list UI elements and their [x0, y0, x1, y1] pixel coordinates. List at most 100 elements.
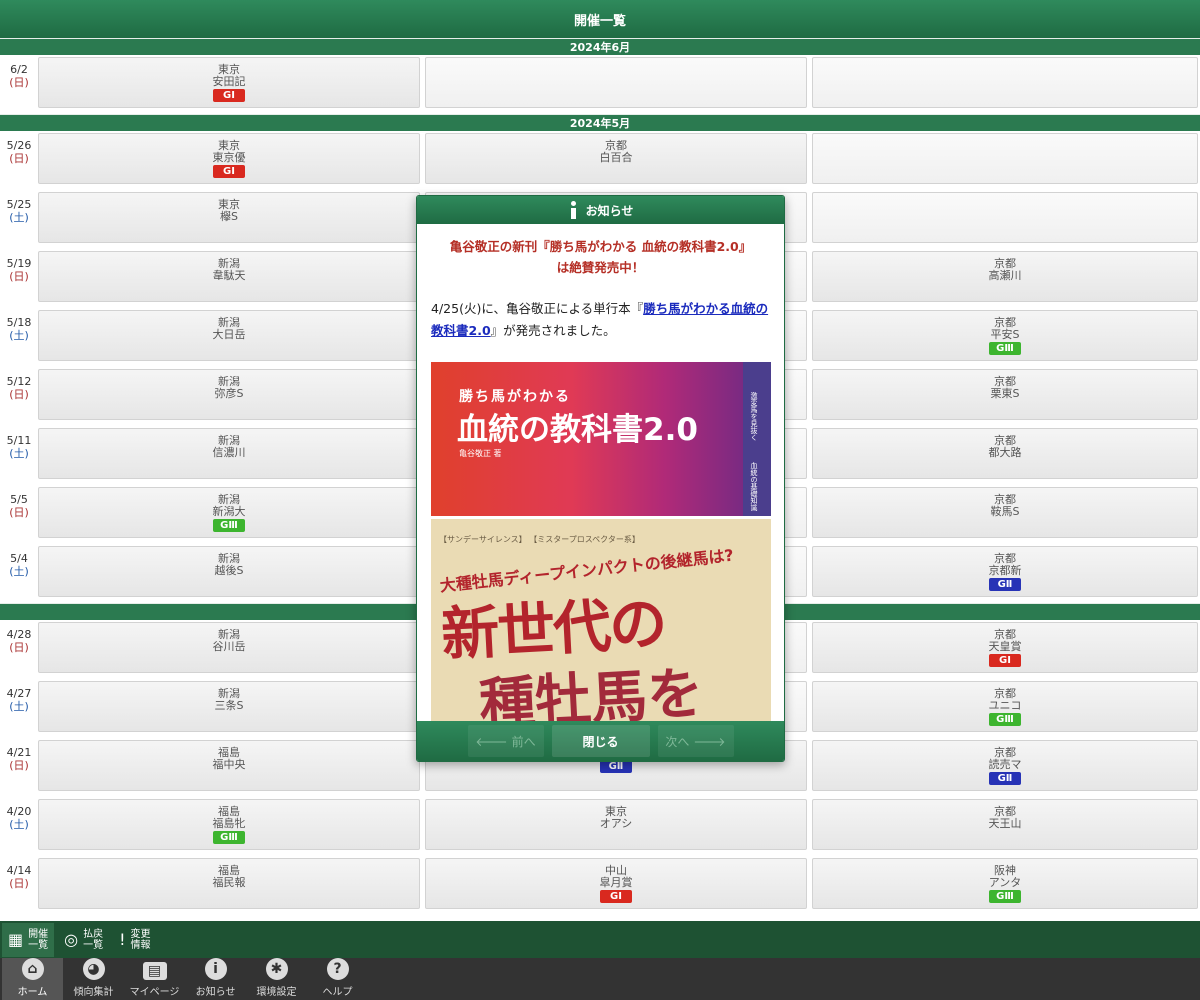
race-name: 高瀬川	[988, 269, 1022, 282]
race-card-button[interactable]: 京都 白百合	[425, 133, 807, 184]
help-icon: ?	[326, 958, 349, 980]
modal-footer: 🡐 前へ 閉じる 次へ 🡒	[417, 721, 784, 761]
race-name: 読売マ	[988, 758, 1022, 771]
nav-item[interactable]: ? ヘルプ	[307, 958, 368, 1000]
cover-side-text: 血統の基礎知識	[750, 462, 758, 511]
page-title: 開催一覧	[573, 13, 626, 29]
nav-item[interactable]: i お知らせ	[185, 958, 246, 1000]
next-button[interactable]: 次へ 🡒	[657, 725, 734, 757]
race-card-button[interactable]: 京都 高瀬川	[812, 251, 1198, 302]
race-name: 白百合	[599, 151, 633, 164]
subnav-label: 開催 一覧	[28, 929, 48, 951]
id-card-icon: ▤	[142, 962, 167, 980]
race-card-button[interactable]: 京都 栗東S	[812, 369, 1198, 420]
empty-race-slot	[425, 57, 807, 108]
day-of-week: (土)	[9, 565, 29, 578]
race-name: 韋駄天	[212, 269, 246, 282]
race-card-button[interactable]: 京都 京都新 GⅡ	[812, 546, 1198, 597]
race-card-button[interactable]: 京都 天王山	[812, 799, 1198, 850]
race-name: 欅S	[220, 210, 238, 223]
subnav-label: 変更 情報	[131, 929, 151, 951]
date-label: 4/14	[6, 864, 32, 877]
race-card-button[interactable]: 阪神 アンタ GⅢ	[812, 858, 1198, 909]
date-label: 4/28	[6, 628, 32, 641]
race-card-button[interactable]: 福島 福島牝 GⅢ	[38, 799, 420, 850]
race-card-button[interactable]: 新潟 弥彦S	[38, 369, 420, 420]
race-date: 4/27 (土)	[0, 681, 38, 713]
race-card-button[interactable]: 京都 ユニコ GⅢ	[812, 681, 1198, 732]
race-card-button[interactable]: 京都 平安S GⅢ	[812, 310, 1198, 361]
race-name: 天王山	[988, 817, 1022, 830]
modal-header: お知らせ	[417, 196, 784, 224]
race-name: 弥彦S	[214, 387, 244, 400]
race-date: 5/11 (土)	[0, 428, 38, 460]
race-name: 福中央	[212, 758, 246, 771]
notice-text-before: 4/25(火)に、亀谷敬正による単行本『	[431, 301, 644, 316]
race-card-button[interactable]: 東京 東京優 GⅠ	[38, 133, 420, 184]
nav-item[interactable]: ▤ マイページ	[124, 958, 185, 1000]
month-header: 2024年5月	[0, 114, 1200, 131]
race-name: 東京優	[212, 151, 246, 164]
book-cover-image: 勝ち馬がわかる 血統の教科書2.0 亀谷敬正 著 激変馬を見抜く 血統の基礎知識…	[431, 362, 771, 722]
race-card-button[interactable]: 新潟 越後S	[38, 546, 420, 597]
race-card-button[interactable]: 新潟 信濃川	[38, 428, 420, 479]
race-card-button[interactable]: 京都 都大路	[812, 428, 1198, 479]
home-icon: ⌂	[21, 958, 44, 980]
date-label: 5/26	[6, 139, 32, 152]
subnav-label-line: 払戻	[83, 928, 104, 940]
subnav-item[interactable]: ▦ 開催 一覧	[2, 922, 55, 957]
race-name: オアシ	[599, 817, 633, 830]
race-card-button[interactable]: 新潟 新潟大 GⅢ	[38, 487, 420, 538]
empty-race-slot	[812, 133, 1198, 184]
race-card-button[interactable]: 新潟 大日岳	[38, 310, 420, 361]
modal-title: お知らせ	[585, 203, 634, 218]
nav-item[interactable]: ◕ 傾向集計	[63, 958, 124, 1000]
date-label: 5/19	[6, 257, 32, 270]
race-card-button[interactable]: 中山 皐月賞 GⅠ	[425, 858, 807, 909]
race-card-button[interactable]: 東京 安田記 GⅠ	[38, 57, 420, 108]
info-icon: i	[204, 958, 227, 980]
race-name: 天皇賞	[988, 640, 1022, 653]
subnav-label-line: 一覧	[28, 939, 49, 951]
race-date: 4/20 (土)	[0, 799, 38, 831]
main-navigation: ⌂ ホーム ◕ 傾向集計 ▤ マイページ i お知らせ ✱ 環境設定? ヘルプ	[0, 958, 1200, 1000]
subnav-label-line: 開催	[28, 928, 49, 940]
race-card-button[interactable]: 京都 読売マ GⅡ	[812, 740, 1198, 791]
cover-news-text: 【サンデーサイレンス】 【ミスタープロスペクター系】	[439, 535, 640, 544]
race-name: 京都新	[988, 564, 1022, 577]
cover-author: 亀谷敬正 著	[459, 449, 502, 458]
nav-item[interactable]: ⌂ ホーム	[2, 958, 63, 1000]
race-card-button[interactable]: 新潟 韋駄天	[38, 251, 420, 302]
nav-label: 傾向集計	[73, 987, 114, 998]
day-of-week: (日)	[9, 76, 29, 89]
date-label: 4/20	[6, 805, 32, 818]
subnav-item[interactable]: ◎ 払戻 一覧	[58, 923, 109, 957]
race-card-button[interactable]: 東京 オアシ	[425, 799, 807, 850]
race-name: 越後S	[214, 564, 244, 577]
race-card-button[interactable]: 京都 天皇賞 GⅠ	[812, 622, 1198, 673]
grade-badge: GⅡ	[989, 578, 1021, 591]
grade-badge: GⅢ	[989, 890, 1021, 903]
date-label: 4/21	[6, 746, 32, 759]
gear-icon: ✱	[265, 958, 288, 980]
race-card-button[interactable]: 京都 鞍馬S	[812, 487, 1198, 538]
race-date: 5/18 (土)	[0, 310, 38, 342]
race-card-button[interactable]: 新潟 谷川岳	[38, 622, 420, 673]
subnav-item[interactable]: ! 変更 情報	[113, 923, 156, 957]
subnav-label-line: 一覧	[83, 939, 104, 951]
nav-item[interactable]: ✱ 環境設定	[246, 958, 307, 1000]
notice-text: 4/25(火)に、亀谷敬正による単行本『勝ち馬がわかる血統の教科書2.0』が発売…	[431, 298, 770, 342]
info-icon	[568, 201, 578, 219]
race-card-button[interactable]: 福島 福民報	[38, 858, 420, 909]
race-card-button[interactable]: 東京 欅S	[38, 192, 420, 243]
race-name: 平安S	[990, 328, 1020, 341]
notice-text-after: 』が発売されました。	[490, 323, 616, 338]
race-card-button[interactable]: 福島 福中央	[38, 740, 420, 791]
prev-button[interactable]: 🡐 前へ	[467, 725, 544, 757]
date-label: 6/2	[10, 63, 28, 76]
schedule-row: 4/20 (土) 福島 福島牝 GⅢ 東京 オアシ 京都 天王山	[0, 797, 1200, 856]
calendar-icon: ▦	[8, 930, 24, 949]
race-card-button[interactable]: 新潟 三条S	[38, 681, 420, 732]
close-button[interactable]: 閉じる	[551, 725, 650, 757]
race-name: 福民報	[212, 876, 246, 889]
